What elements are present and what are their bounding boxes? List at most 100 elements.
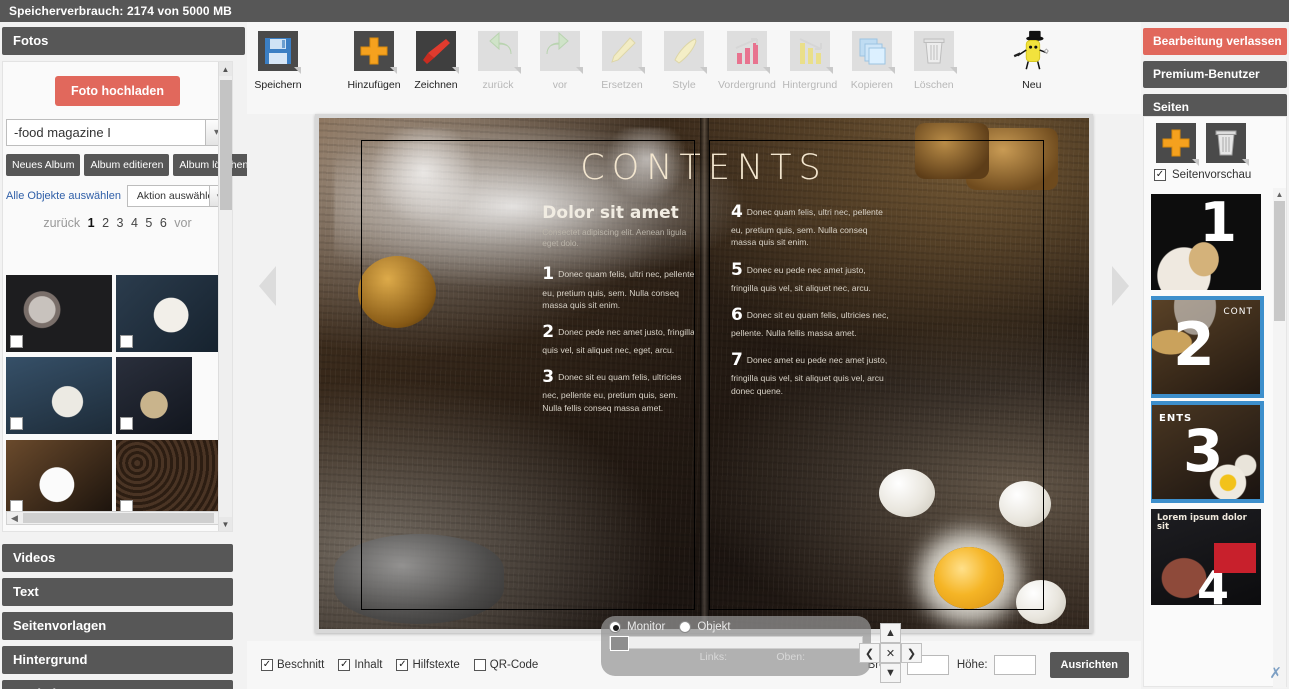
photo-checkbox[interactable] (120, 335, 133, 348)
pager-page-4[interactable]: 4 (131, 216, 138, 230)
contents-item-number: 6 (730, 304, 743, 325)
toolbar-new[interactable]: Neu (1002, 29, 1062, 91)
pager-page-5[interactable]: 5 (145, 216, 152, 230)
add-page-button[interactable] (1156, 123, 1199, 166)
photo-thumbnail[interactable] (6, 439, 112, 517)
upload-photo-button[interactable]: Foto hochladen (54, 76, 181, 106)
pages-vertical-scrollbar[interactable]: ▲ (1273, 188, 1286, 688)
photo-thumbnail[interactable] (116, 275, 222, 352)
checkbox-beschnitt[interactable]: ✓ Beschnitt (261, 659, 324, 671)
hoehe-input[interactable] (993, 655, 1036, 675)
zoom-slider[interactable] (609, 636, 863, 651)
toolbar-copy[interactable]: Kopieren (844, 29, 900, 91)
toolbar-redo[interactable]: vor (532, 29, 588, 91)
checkbox-inhalt[interactable]: ✓ Inhalt (338, 659, 382, 671)
pan-decoration (334, 533, 505, 624)
scroll-thumb[interactable] (23, 513, 214, 523)
magician-mascot-icon (1010, 29, 1054, 73)
checkbox-box[interactable]: ✓ (1154, 169, 1166, 181)
pager-page-6[interactable]: 6 (160, 216, 167, 230)
left-sidebar-sections: Videos Text Seitenvorlagen Hintergrund W… (2, 538, 233, 689)
photo-checkbox[interactable] (120, 417, 133, 431)
album-select[interactable]: -food magazine I ▾ (6, 119, 228, 146)
new-album-button[interactable]: Neues Album (6, 154, 81, 176)
editor-canvas-area: CONTENTS Dolor sit amet Consectet adipis… (247, 114, 1141, 641)
next-page-arrow-icon[interactable] (1112, 266, 1129, 306)
scroll-thumb[interactable] (1274, 201, 1285, 321)
page-thumbnail-1[interactable]: 1 (1151, 194, 1261, 290)
magazine-spread[interactable]: CONTENTS Dolor sit amet Consectet adipis… (319, 118, 1089, 629)
checkbox-box[interactable]: ✓ (261, 659, 273, 671)
scroll-thumb[interactable] (220, 80, 232, 210)
page-thumbnail-4[interactable]: Lorem ipsum dolor sit 4 (1151, 509, 1261, 605)
left-sidebar: Fotos Foto hochladen -food magazine I ▾ … (0, 22, 255, 689)
sidebar-section-videos[interactable]: Videos (2, 544, 233, 572)
photo-thumbnail[interactable] (6, 275, 112, 352)
page-thumbnail-3[interactable]: ENTS 3 (1151, 401, 1264, 503)
edit-album-button[interactable]: Album editieren (84, 154, 170, 176)
toolbar-replace[interactable]: Ersetzen (594, 29, 650, 91)
page-spread-stage[interactable]: CONTENTS Dolor sit amet Consectet adipis… (315, 114, 1093, 633)
radio-objekt-label: Objekt (697, 621, 731, 633)
sidebar-section-werbebanner[interactable]: Werbebanner (2, 680, 233, 689)
scroll-down-icon[interactable]: ▼ (219, 517, 232, 531)
checkbox-qrcode[interactable]: QR-Code (473, 659, 538, 671)
toolbar-undo[interactable]: zurück (470, 29, 526, 91)
sidebar-section-text[interactable]: Text (2, 578, 233, 606)
nudge-center-icon[interactable]: ✕ (880, 643, 901, 663)
pager-page-1[interactable]: 1 (88, 216, 95, 230)
scroll-track[interactable] (219, 76, 232, 517)
prev-page-arrow-icon[interactable] (259, 266, 276, 306)
action-select[interactable]: Aktion auswählen ▾ (126, 185, 229, 207)
pager-page-3[interactable]: 3 (117, 216, 124, 230)
page-number: 1 (1199, 194, 1237, 254)
sidebar-section-hintergrund[interactable]: Hintergrund (2, 646, 233, 674)
scroll-up-icon[interactable]: ▲ (1273, 188, 1286, 201)
scroll-up-icon[interactable]: ▲ (219, 62, 232, 76)
pager-page-2[interactable]: 2 (102, 216, 109, 230)
toolbar-draw[interactable]: Zeichnen (408, 29, 464, 91)
radio-monitor[interactable] (609, 621, 621, 633)
bar-chart-down-icon (788, 29, 833, 74)
premium-user-button[interactable]: Premium-Benutzer (1143, 61, 1287, 88)
toolbar-foreground[interactable]: Vordergrund (718, 29, 776, 91)
nudge-right-icon[interactable]: ❯ (901, 643, 922, 663)
photo-thumbnail[interactable] (116, 439, 222, 517)
exit-editing-button[interactable]: Bearbeitung verlassen (1143, 28, 1287, 55)
photo-checkbox[interactable] (10, 417, 23, 431)
checkbox-hilfstexte[interactable]: ✓ Hilfstexte (396, 659, 460, 671)
toolbar-style[interactable]: Style (656, 29, 712, 91)
nudge-up-icon[interactable]: ▲ (880, 623, 901, 643)
toolbar-delete[interactable]: Löschen (906, 29, 962, 91)
page-thumbnail-2[interactable]: CONT 2 (1151, 296, 1264, 398)
position-mode-radios: Monitor Objekt (609, 621, 863, 633)
delete-album-button[interactable]: Album löschen (173, 154, 255, 176)
zoom-slider-knob[interactable] (610, 636, 629, 651)
panel-header-fotos[interactable]: Fotos (2, 27, 245, 55)
photo-panel-vertical-scrollbar[interactable]: ▲ ▼ (218, 62, 232, 531)
page-preview-checkbox[interactable]: ✓ Seitenvorschau (1144, 163, 1286, 181)
pager-next[interactable]: vor (174, 216, 191, 230)
sidebar-section-seitenvorlagen[interactable]: Seitenvorlagen (2, 612, 233, 640)
radio-objekt[interactable] (679, 621, 692, 633)
photo-checkbox[interactable] (10, 335, 23, 348)
nudge-left-icon[interactable]: ❮ (859, 643, 880, 663)
delete-page-button[interactable] (1206, 123, 1249, 166)
toolbar-background[interactable]: Hintergrund (782, 29, 838, 91)
contents-item: 7 Donec amet eu pede nec amet justo, frin… (731, 348, 893, 397)
photo-thumbnail[interactable] (6, 357, 112, 435)
photo-thumbnail[interactable] (116, 357, 192, 435)
contents-item-number: 3 (542, 367, 555, 388)
select-all-objects-link[interactable]: Alle Objekte auswählen (6, 190, 121, 202)
photo-grid-horizontal-scrollbar[interactable]: ◀ ▶ (6, 511, 231, 525)
pager-prev[interactable]: zurück (43, 216, 80, 230)
checkbox-box[interactable]: ✓ (396, 659, 409, 671)
checkbox-box[interactable]: ✓ (338, 659, 351, 671)
checkbox-box[interactable] (473, 659, 486, 671)
align-button[interactable]: Ausrichten (1049, 652, 1129, 678)
nudge-down-icon[interactable]: ▼ (880, 663, 901, 683)
toolbar-add[interactable]: Hinzufügen (346, 29, 402, 91)
toolbar-save[interactable]: Speichern (250, 29, 306, 91)
pages-scroll-down-icon[interactable]: ✗ (1269, 664, 1282, 682)
scroll-left-icon[interactable]: ◀ (7, 513, 22, 524)
